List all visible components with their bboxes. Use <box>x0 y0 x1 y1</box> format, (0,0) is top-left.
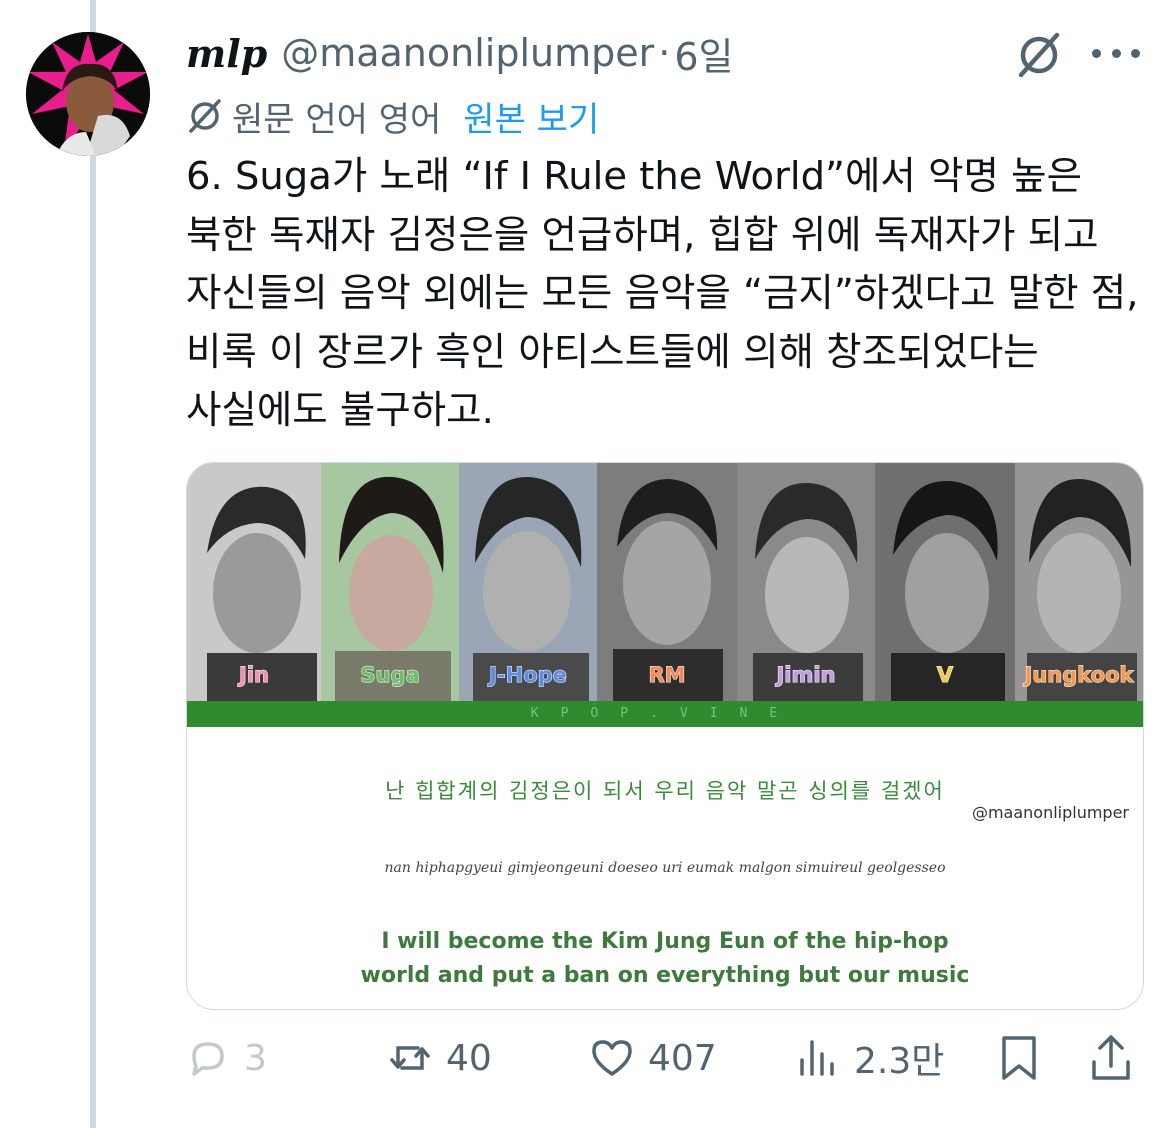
repost-count: 40 <box>446 1037 492 1079</box>
grok-icon[interactable] <box>1014 30 1064 80</box>
thread-line <box>90 0 96 1128</box>
avatar-image <box>26 32 150 156</box>
reply-count: 3 <box>244 1037 267 1079</box>
member-photo: RM <box>597 463 737 701</box>
show-original-link[interactable]: 원본 보기 <box>463 92 599 141</box>
user-handle[interactable]: @maanonliplumper <box>281 31 654 75</box>
member-name: Jimin <box>776 663 836 688</box>
tweet-header: mlp @maanonliplumper · 6일 <box>186 26 733 81</box>
media-image[interactable]: Jin Suga J-Hope RM Jimin V Jungkook KPOP… <box>186 462 1144 1010</box>
lyric-watermark-handle: @maanonliplumper <box>971 803 1129 822</box>
avatar[interactable] <box>26 32 150 156</box>
lyric-english-line-2: world and put a ban on everything but ou… <box>360 963 970 988</box>
lyric-english: I will become the Kim Jung Eun of the hi… <box>187 925 1143 993</box>
member-name: RM <box>648 663 686 688</box>
member-photo: Suga <box>321 463 459 701</box>
member-photo: Jimin <box>737 463 875 701</box>
member-photo: Jin <box>187 463 321 701</box>
more-icon[interactable] <box>1092 46 1140 60</box>
member-photo: Jungkook <box>1015 463 1143 701</box>
translation-label: 원문 언어 영어 <box>232 99 442 140</box>
repost-button[interactable]: 40 <box>388 1030 492 1086</box>
translate-icon <box>189 99 221 133</box>
translation-row: 원문 언어 영어 원본 보기 <box>186 92 599 141</box>
timestamp[interactable]: 6일 <box>674 26 733 81</box>
like-button[interactable]: 407 <box>590 1030 717 1086</box>
member-photo: J-Hope <box>459 463 597 701</box>
lyric-korean: 난 힙합계의 김정은이 되서 우리 음악 말곤 싱의를 걸겠어 <box>385 779 945 803</box>
member-name: V <box>936 663 954 688</box>
banner-watermark: KPOP.VINE <box>530 706 800 721</box>
share-icon[interactable] <box>1088 1030 1134 1086</box>
views-button[interactable]: 2.3만 <box>796 1030 944 1086</box>
member-name: J-Hope <box>489 663 568 688</box>
like-count: 407 <box>648 1037 717 1079</box>
views-icon <box>800 1040 834 1076</box>
repost-icon <box>390 1046 430 1070</box>
lyric-english-line-1: I will become the Kim Jung Eun of the hi… <box>381 929 949 954</box>
display-name[interactable]: mlp <box>186 31 267 76</box>
member-name: Jungkook <box>1024 663 1134 688</box>
like-icon <box>592 1040 632 1076</box>
member-name: Suga <box>360 663 420 688</box>
bookmark-icon[interactable] <box>996 1030 1042 1086</box>
reply-button[interactable]: 3 <box>186 1030 267 1086</box>
tweet-text: 6. Suga가 노래 “If I Rule the World”에서 악명 높… <box>186 154 1139 433</box>
reply-icon <box>192 1042 224 1076</box>
member-photo: V <box>875 463 1015 701</box>
lyric-romanized: nan hiphapgyeui gimjeongeuni doeseo uri … <box>384 860 946 876</box>
separator: · <box>658 31 671 75</box>
views-count: 2.3만 <box>854 1041 945 1082</box>
member-name: Jin <box>239 663 270 688</box>
member-photos: Jin Suga J-Hope RM Jimin V Jungkook <box>187 463 1143 701</box>
